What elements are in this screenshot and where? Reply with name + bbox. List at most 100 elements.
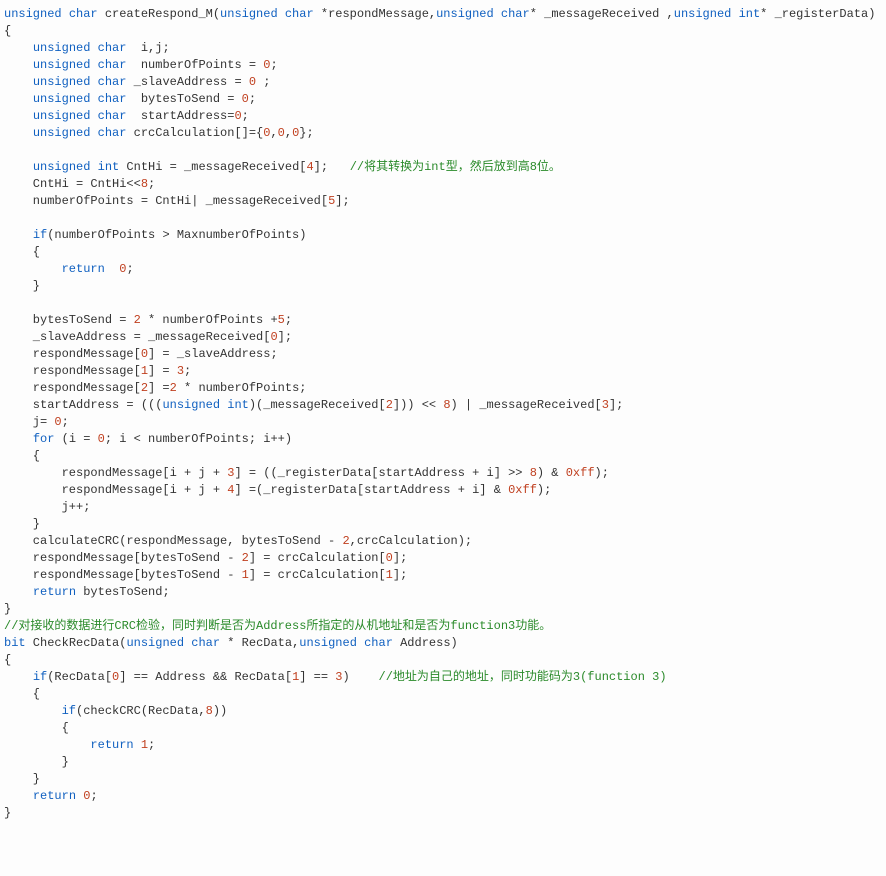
code-line: if(checkCRC(RecData,8)) xyxy=(4,704,227,718)
code-line: bytesToSend = 2 * numberOfPoints +5; xyxy=(4,313,292,327)
token-n: 0 xyxy=(234,109,241,123)
token-p: } xyxy=(4,517,40,531)
token-c: //对接收的数据进行CRC检验，同时判断是否为Address所指定的从机地址和是… xyxy=(4,619,551,633)
token-p: (i = xyxy=(54,432,97,446)
token-p: *respondMessage, xyxy=(314,7,436,21)
code-line: startAddress = (((unsigned int)(_message… xyxy=(4,398,623,412)
token-p: ] == Address && RecData[ xyxy=(119,670,292,684)
token-k: unsigned xyxy=(33,126,91,140)
code-line: respondMessage[i + j + 3] = ((_registerD… xyxy=(4,466,609,480)
token-n: 2 xyxy=(170,381,177,395)
token-p: ; xyxy=(184,364,191,378)
token-p: _slaveAddress = xyxy=(126,75,248,89)
token-p: ); xyxy=(537,483,551,497)
code-line: unsigned char numberOfPoints = 0; xyxy=(4,58,278,72)
token-p: numberOfPoints = xyxy=(126,58,263,72)
token-p: respondMessage[bytesToSend - xyxy=(4,568,242,582)
token-p xyxy=(4,789,33,803)
code-line: { xyxy=(4,245,40,259)
token-p: ; xyxy=(242,109,249,123)
token-p xyxy=(494,7,501,21)
code-line: respondMessage[1] = 3; xyxy=(4,364,191,378)
token-k: unsigned xyxy=(4,7,62,21)
token-k: if xyxy=(33,670,47,684)
token-p: * numberOfPoints + xyxy=(141,313,278,327)
code-line: numberOfPoints = CntHi| _messageReceived… xyxy=(4,194,350,208)
code-line: } xyxy=(4,806,11,820)
token-k: int xyxy=(739,7,761,21)
token-p: bytesToSend; xyxy=(76,585,170,599)
code-line: { xyxy=(4,721,69,735)
token-n: 0 xyxy=(249,75,256,89)
token-p: ) xyxy=(342,670,378,684)
token-p: )(_messageReceived[ xyxy=(249,398,386,412)
token-k: unsigned xyxy=(33,58,91,72)
token-n: 2 xyxy=(386,398,393,412)
token-p: ) | _messageReceived[ xyxy=(451,398,602,412)
token-k: int xyxy=(98,160,120,174)
token-p: } xyxy=(4,279,40,293)
token-p: numberOfPoints = CntHi| _messageReceived… xyxy=(4,194,328,208)
code-line: { xyxy=(4,449,40,463)
token-p xyxy=(357,636,364,650)
token-k: char xyxy=(191,636,220,650)
code-line: { xyxy=(4,653,11,667)
token-n: 0 xyxy=(141,347,148,361)
token-p: respondMessage[bytesToSend - xyxy=(4,551,242,565)
token-n: 0 xyxy=(98,432,105,446)
token-p: respondMessage[i + j + xyxy=(4,466,227,480)
code-line: respondMessage[2] =2 * numberOfPoints; xyxy=(4,381,306,395)
token-k: char xyxy=(98,109,127,123)
token-n: 8 xyxy=(141,177,148,191)
token-n: 0xff xyxy=(566,466,595,480)
token-n: 1 xyxy=(141,364,148,378)
token-k: unsigned xyxy=(220,7,278,21)
token-p: }; xyxy=(299,126,313,140)
token-p: respondMessage[ xyxy=(4,364,141,378)
token-p: ]; xyxy=(609,398,623,412)
token-n: 1 xyxy=(386,568,393,582)
code-line: respondMessage[0] = _slaveAddress; xyxy=(4,347,278,361)
token-p: ])) << xyxy=(393,398,443,412)
code-line: } xyxy=(4,755,69,769)
token-p: ; xyxy=(90,789,97,803)
code-line: _slaveAddress = _messageReceived[0]; xyxy=(4,330,292,344)
token-k: unsigned xyxy=(33,41,91,55)
token-p: j= xyxy=(4,415,54,429)
token-p: ] == xyxy=(299,670,335,684)
token-k: char xyxy=(69,7,98,21)
code-line: { xyxy=(4,687,40,701)
token-p: bytesToSend = xyxy=(4,313,134,327)
token-p: ] = ((_registerData[startAddress + i] >> xyxy=(234,466,529,480)
token-p: { xyxy=(4,449,40,463)
token-k: for xyxy=(33,432,55,446)
token-p xyxy=(90,75,97,89)
token-p: ); xyxy=(595,466,609,480)
token-p xyxy=(4,41,33,55)
token-p: } xyxy=(4,602,11,616)
code-line: unsigned char i,j; xyxy=(4,41,170,55)
token-p: } xyxy=(4,806,11,820)
token-k: if xyxy=(62,704,76,718)
code-line: for (i = 0; i < numberOfPoints; i++) xyxy=(4,432,292,446)
token-p xyxy=(90,160,97,174)
code-line: } xyxy=(4,602,11,616)
token-k: char xyxy=(285,7,314,21)
token-p: ] =(_registerData[startAddress + i] & xyxy=(234,483,508,497)
token-n: 0 xyxy=(54,415,61,429)
token-p: startAddress= xyxy=(126,109,234,123)
token-k: unsigned xyxy=(436,7,494,21)
token-k: char xyxy=(98,41,127,55)
token-n: 0 xyxy=(270,330,277,344)
token-p: startAddress = ((( xyxy=(4,398,162,412)
token-p xyxy=(90,41,97,55)
token-n: 0 xyxy=(242,92,249,106)
token-p xyxy=(4,75,33,89)
token-p xyxy=(4,262,62,276)
token-k: unsigned xyxy=(126,636,184,650)
token-k: char xyxy=(98,92,127,106)
token-p xyxy=(4,160,33,174)
code-line: { xyxy=(4,24,11,38)
token-p: { xyxy=(4,721,69,735)
token-p: calculateCRC(respondMessage, bytesToSend… xyxy=(4,534,342,548)
